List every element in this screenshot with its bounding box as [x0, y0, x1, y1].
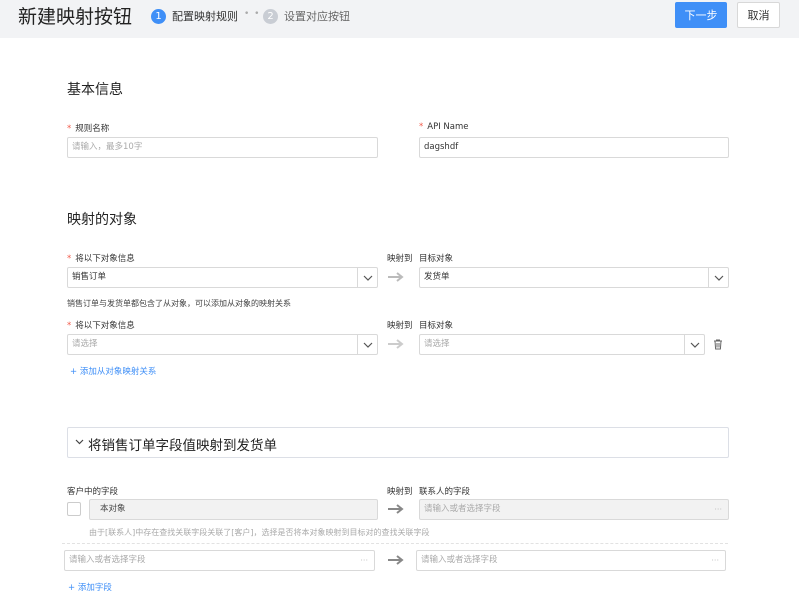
target-object-label: 目标对象 — [419, 254, 454, 264]
right-arrow-icon — [388, 555, 404, 565]
sub-maps-to-label: 映射到 — [387, 321, 413, 331]
fixed-row-checkbox[interactable] — [67, 502, 81, 516]
lookup-notice: 由于[联系人]中存在查找关联字段关联了[客户]，选择是否将本对象映射到目标对的查… — [89, 528, 430, 537]
chevron-down-icon[interactable] — [357, 335, 377, 354]
sub-target-placeholder: 请选择 — [424, 339, 450, 349]
field-left-input[interactable]: 请输入或者选择字段 ··· — [64, 550, 375, 571]
header-bar: 新建映射按钮 1 配置映射规则 • • 2 设置对应按钮 下一步 取消 — [0, 0, 799, 38]
right-fields-label: 联系人的字段 — [419, 487, 471, 497]
divider — [62, 543, 728, 544]
right-arrow-icon — [388, 272, 404, 282]
required-mark: * — [67, 124, 72, 134]
right-arrow-icon — [388, 339, 404, 349]
chevron-down-icon[interactable] — [708, 268, 728, 287]
page-title: 新建映射按钮 — [18, 6, 133, 28]
fixed-right-placeholder: 请输入或者选择字段 — [424, 504, 501, 514]
step-1-label: 配置映射规则 — [172, 10, 238, 23]
step-1: 1 配置映射规则 — [151, 8, 238, 24]
add-field-link[interactable]: + 添加字段 — [68, 581, 112, 593]
fixed-left-field: 本对象 — [89, 499, 378, 520]
field-mapping-collapse[interactable]: 将销售订单字段值映射到发货单 — [67, 427, 729, 458]
api-name-label: * API Name — [419, 122, 468, 132]
required-mark: * — [67, 254, 72, 264]
target-object-select[interactable]: 发货单 — [419, 267, 729, 288]
source-object-label-text: 将以下对象信息 — [75, 254, 135, 264]
chevron-down-icon[interactable] — [357, 268, 377, 287]
maps-to-label: 映射到 — [387, 254, 413, 264]
sub-object-hint: 销售订单与发货单都包含了从对象，可以添加从对象的映射关系 — [67, 299, 291, 308]
rule-name-input[interactable]: 请输入，最多10字 — [67, 137, 378, 158]
step-2: 2 设置对应按钮 — [263, 8, 350, 24]
cancel-button[interactable]: 取消 — [737, 2, 780, 28]
more-icon: ··· — [714, 505, 722, 514]
sub-source-placeholder: 请选择 — [72, 339, 98, 349]
source-object-select[interactable]: 销售订单 — [67, 267, 378, 288]
fixed-right-field: 请输入或者选择字段 ··· — [419, 499, 729, 520]
sub-target-select[interactable]: 请选择 — [419, 334, 705, 355]
api-name-label-text: API Name — [427, 122, 469, 132]
step-2-number: 2 — [263, 8, 278, 24]
trash-icon[interactable] — [713, 339, 723, 350]
required-mark: * — [67, 321, 72, 331]
step-2-label: 设置对应按钮 — [284, 10, 350, 23]
more-icon[interactable]: ··· — [360, 551, 368, 570]
source-object-value: 销售订单 — [72, 272, 107, 282]
rule-name-label-text: 规则名称 — [75, 124, 110, 134]
mapping-object-title: 映射的对象 — [67, 212, 137, 228]
source-object-label: * 将以下对象信息 — [67, 252, 135, 264]
api-name-input[interactable]: dagshdf — [419, 137, 729, 158]
next-button[interactable]: 下一步 — [675, 2, 727, 28]
sub-target-label: 目标对象 — [419, 321, 454, 331]
add-sub-object-mapping-link[interactable]: + 添加从对象映射关系 — [70, 365, 156, 377]
more-icon[interactable]: ··· — [711, 551, 719, 570]
left-fields-label: 客户中的字段 — [67, 487, 119, 497]
step-1-number: 1 — [151, 8, 166, 24]
right-arrow-icon — [388, 504, 404, 514]
target-object-value: 发货单 — [424, 272, 450, 282]
sub-source-label: * 将以下对象信息 — [67, 319, 135, 331]
field-left-placeholder: 请输入或者选择字段 — [69, 555, 146, 565]
field-mapping-title: 将销售订单字段值映射到发货单 — [88, 438, 277, 454]
field-right-input[interactable]: 请输入或者选择字段 ··· — [416, 550, 726, 571]
fields-maps-to-label: 映射到 — [387, 487, 413, 497]
sub-source-label-text: 将以下对象信息 — [75, 321, 135, 331]
sub-source-select[interactable]: 请选择 — [67, 334, 378, 355]
required-mark: * — [419, 122, 424, 132]
chevron-collapse-icon[interactable] — [75, 439, 84, 445]
basic-info-title: 基本信息 — [67, 82, 123, 98]
rule-name-label: * 规则名称 — [67, 122, 109, 134]
field-right-placeholder: 请输入或者选择字段 — [421, 555, 498, 565]
step-separator: • • — [244, 9, 261, 19]
chevron-down-icon[interactable] — [684, 335, 704, 354]
